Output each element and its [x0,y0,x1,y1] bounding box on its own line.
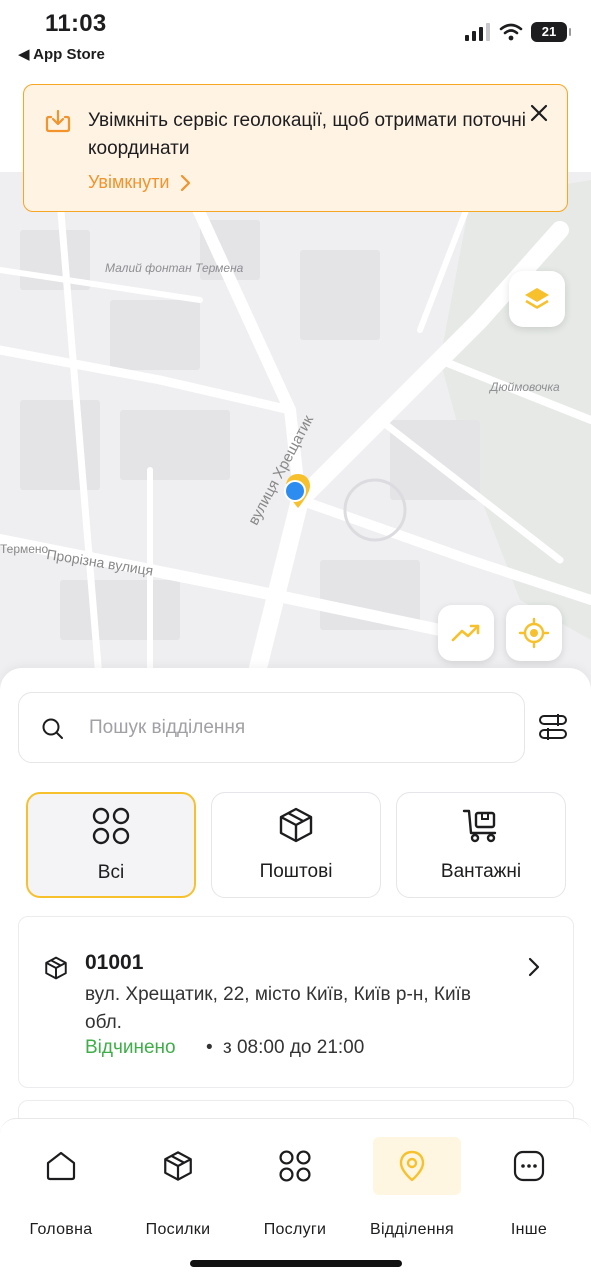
branch-number: 01001 [85,951,144,974]
home-indicator [190,1260,402,1267]
my-location-button[interactable] [506,605,562,661]
signal-icon [465,23,490,41]
location-pin-icon [399,1150,425,1182]
branch-card[interactable]: 01001 вул. Хрещатик, 22, місто Київ, Киї… [18,916,574,1088]
chip-cargo[interactable]: Вантажні [396,792,566,898]
download-icon [45,109,71,133]
branch-type-filters: Всі Поштові Вантажні [26,792,566,900]
tab-more-label: Інше [510,1221,548,1238]
grid-icon [279,1150,311,1182]
grid-icon [92,807,130,845]
back-to-app-store[interactable]: ◀ App Store [18,45,105,63]
banner-message: Увімкніть сервіс геолокації, щоб отримат… [88,110,527,159]
trend-up-icon [451,624,480,642]
branch-separator: • [206,1037,213,1058]
status-bar: 11:03 ◀ App Store 21 [0,0,591,72]
chip-all[interactable]: Всі [26,792,196,898]
search-icon [42,718,63,739]
battery-indicator: 21 [531,22,571,42]
layers-button[interactable] [509,271,565,327]
cart-icon [462,809,497,843]
tab-services[interactable]: Послуги [240,1137,350,1247]
geolocation-banner: Увімкніть сервіс геолокації, щоб отримат… [23,84,568,212]
search-input[interactable] [89,713,509,743]
branch-status: Відчинено [85,1037,176,1058]
bottom-tab-bar: Головна Посилки Послуги Відділення Інше [0,1118,591,1280]
status-time: 11:03 [45,10,107,37]
search-box[interactable] [18,692,525,763]
branch-address: вул. Хрещатик, 22, місто Київ, Київ р-н,… [85,984,471,1033]
package-icon [164,1151,192,1181]
tab-parcels-label: Посилки [145,1221,211,1238]
layers-icon [525,288,549,309]
chevron-right-icon [528,957,540,977]
chip-cargo-label: Вантажні [440,861,522,882]
close-icon[interactable] [527,101,551,125]
traffic-button[interactable] [438,605,494,661]
package-icon [45,956,67,980]
tab-services-label: Послуги [263,1221,327,1238]
chip-postal[interactable]: Поштові [211,792,381,898]
chip-all-label: Всі [97,862,125,883]
enable-location-label: Увімкнути [88,172,170,192]
home-icon [46,1151,76,1181]
map-label-fountain: Малий фонтан Термена [105,261,244,275]
chip-postal-label: Поштові [259,861,333,882]
map-label-termena: Термено [0,542,49,556]
package-icon [279,807,313,843]
enable-location-link[interactable]: Увімкнути [88,172,191,193]
wifi-icon [499,23,523,41]
tab-home-label: Головна [29,1221,93,1238]
tab-branches-label: Відділення [369,1221,455,1238]
crosshair-icon [518,617,550,649]
tab-parcels[interactable]: Посилки [123,1137,233,1247]
user-location-dot [284,480,306,502]
filter-icon[interactable] [538,714,568,740]
more-icon [513,1150,545,1182]
map-label-park: Дюймовочка [490,380,560,394]
branch-hours: з 08:00 до 21:00 [223,1037,365,1058]
tab-branches[interactable]: Відділення [357,1137,467,1247]
tab-more[interactable]: Інше [474,1137,584,1247]
tab-home[interactable]: Головна [6,1137,116,1247]
status-icons: 21 [465,22,571,42]
chevron-right-icon [181,174,191,191]
